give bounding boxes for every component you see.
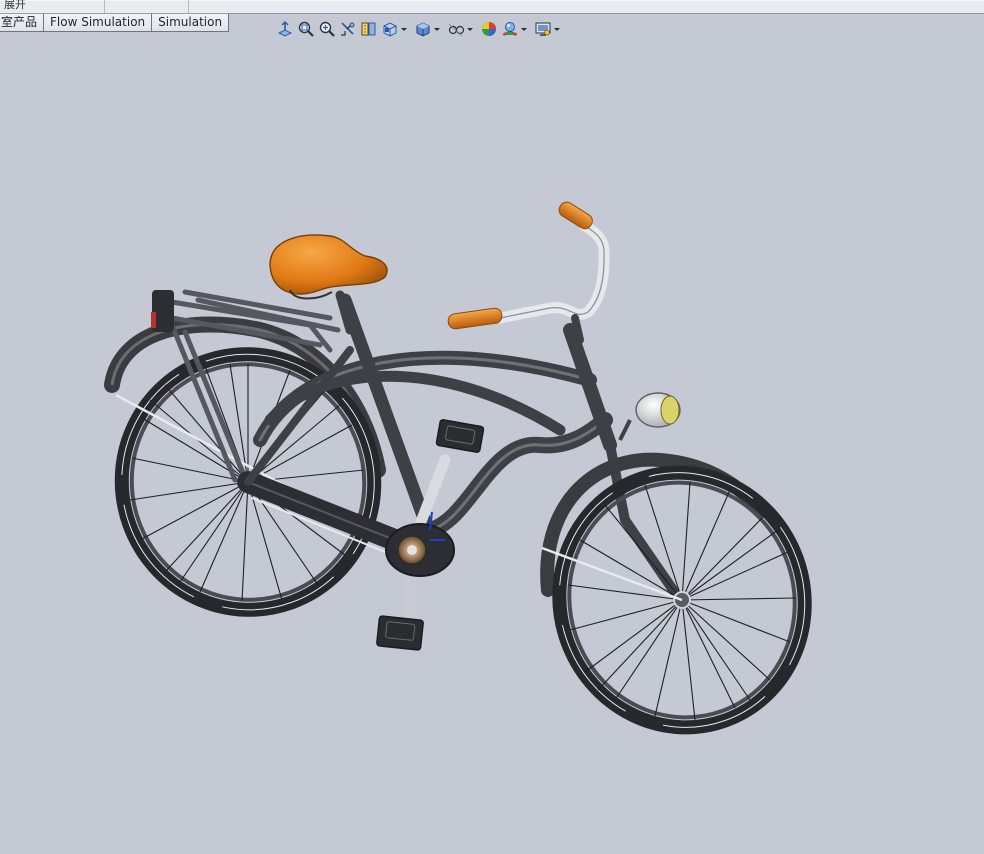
left-grip xyxy=(447,307,503,330)
dynamic-annotation-views-icon xyxy=(361,22,376,36)
chevron-down-icon xyxy=(521,27,527,31)
front-wheel[interactable] xyxy=(524,438,841,762)
chevron-down-icon xyxy=(467,27,473,31)
apply-scene-button[interactable] xyxy=(501,19,531,39)
feature-manager-strip: 展开 xyxy=(0,0,984,14)
strip-divider xyxy=(104,0,105,13)
graphics-area[interactable] xyxy=(0,40,984,854)
view-settings-button[interactable] xyxy=(534,19,564,39)
view-settings-icon xyxy=(535,22,551,36)
zoom-to-fit-icon xyxy=(277,21,293,37)
zoom-to-area-icon xyxy=(298,21,314,37)
strip-label[interactable]: 展开 xyxy=(4,0,26,12)
edit-appearance-button[interactable] xyxy=(480,19,498,39)
chevron-down-icon xyxy=(554,27,560,31)
previous-view-button[interactable] xyxy=(318,19,336,39)
hide-show-items-icon xyxy=(448,23,465,37)
heads-up-view-toolbar xyxy=(276,18,567,40)
zoom-to-area-button[interactable] xyxy=(297,19,315,39)
right-grip xyxy=(558,201,593,230)
section-view-button[interactable] xyxy=(339,19,357,39)
handlebar[interactable] xyxy=(494,220,610,344)
apply-scene-icon xyxy=(502,22,518,36)
view-orientation-icon xyxy=(383,22,397,37)
tab-simulation[interactable]: Simulation xyxy=(151,13,230,32)
left-pedal xyxy=(435,419,485,453)
section-view-icon xyxy=(341,22,355,36)
edit-appearance-icon xyxy=(482,22,496,36)
display-style-button[interactable] xyxy=(414,19,444,39)
view-orientation-button[interactable] xyxy=(381,19,411,39)
rear-light xyxy=(151,312,156,328)
headlight xyxy=(618,392,681,441)
chevron-down-icon xyxy=(401,27,407,31)
crankset[interactable] xyxy=(385,454,455,636)
hide-show-items-button[interactable] xyxy=(447,19,477,39)
chevron-down-icon xyxy=(434,27,440,31)
zoom-to-fit-button[interactable] xyxy=(276,19,294,39)
strip-divider xyxy=(188,0,189,13)
tab-flow-simulation[interactable]: Flow Simulation xyxy=(43,13,153,32)
previous-view-icon xyxy=(319,21,335,37)
display-style-icon xyxy=(416,22,430,37)
command-manager-tabs: 室产品 Flow Simulation Simulation xyxy=(0,13,230,32)
dynamic-annotation-button[interactable] xyxy=(360,19,378,39)
bicycle-model[interactable] xyxy=(0,40,984,854)
right-pedal xyxy=(376,615,424,651)
tab-products[interactable]: 室产品 xyxy=(0,13,45,32)
